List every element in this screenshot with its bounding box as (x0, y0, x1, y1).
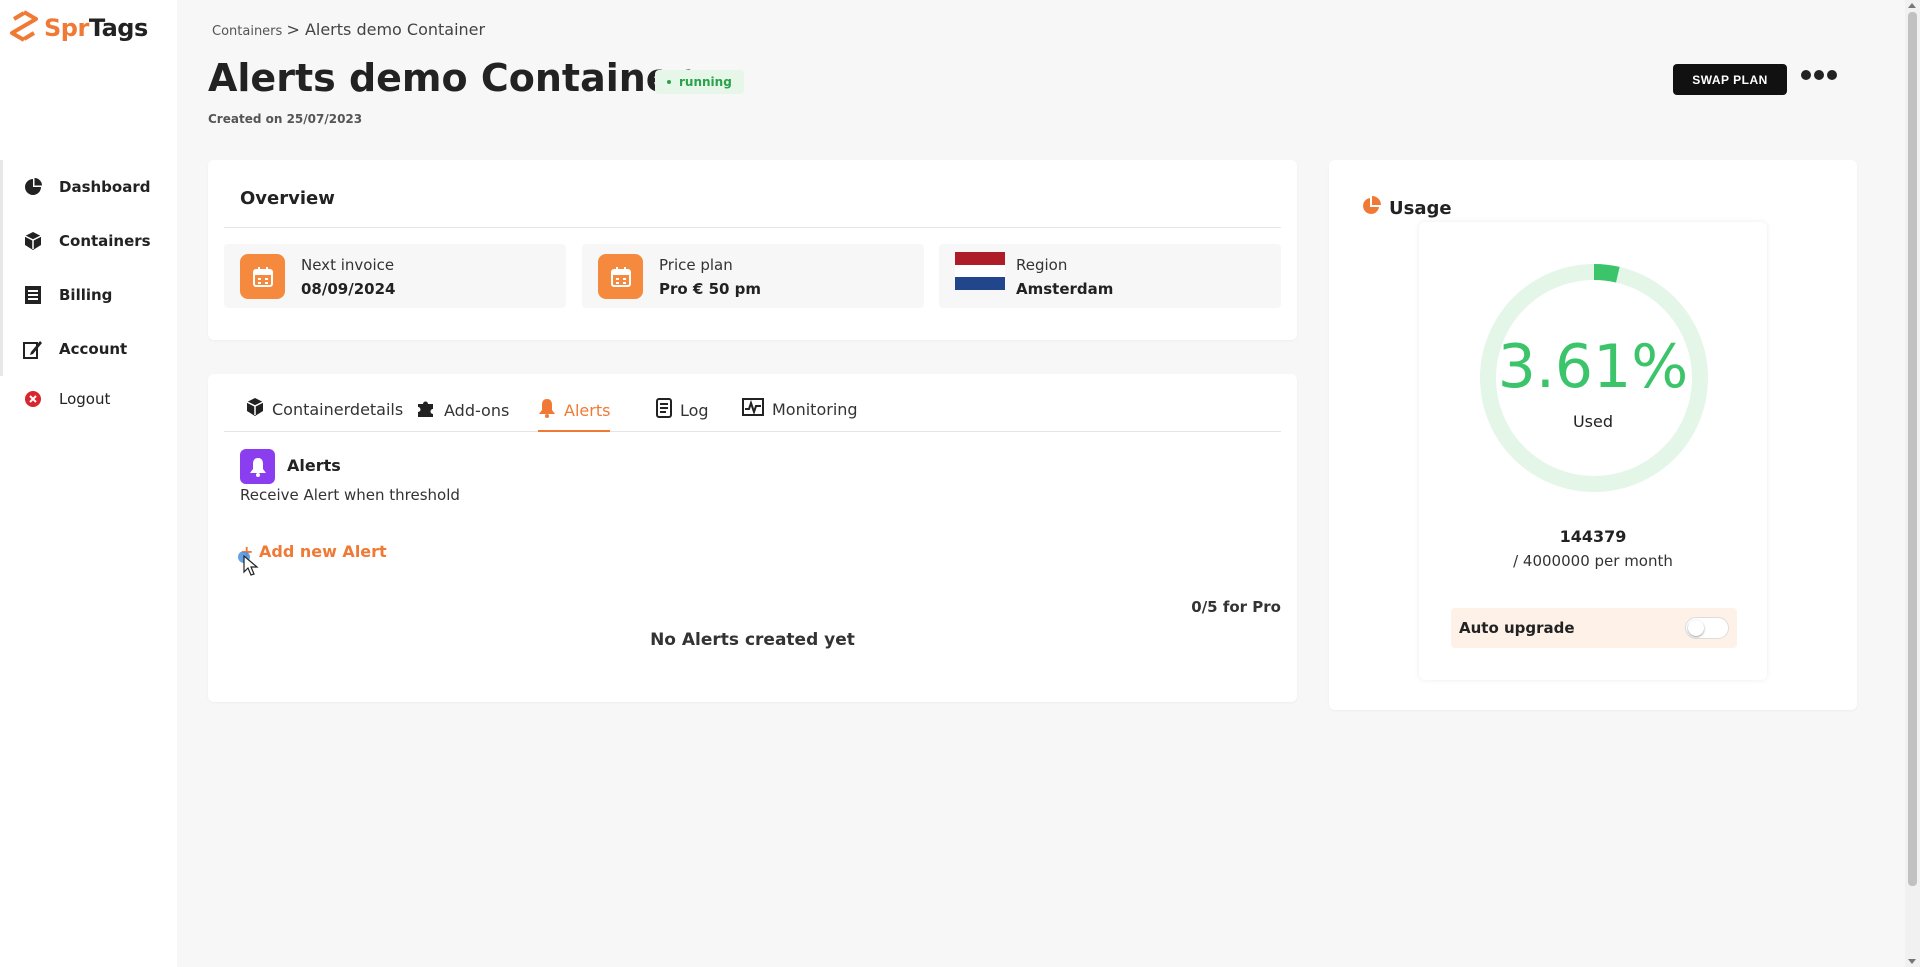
sidebar-item-label: Containers (59, 232, 151, 250)
alerts-description: Receive Alert when threshold (240, 486, 460, 504)
close-circle-icon (23, 389, 43, 409)
bell-icon (538, 398, 556, 422)
sidebar-item-billing[interactable]: Billing (0, 268, 177, 322)
add-new-alert-link[interactable]: + Add new Alert (240, 542, 387, 561)
receipt-icon (23, 285, 43, 305)
divider (224, 227, 1281, 228)
more-options-button[interactable] (1801, 70, 1837, 80)
calendar-icon (240, 254, 285, 299)
cube-icon (246, 398, 264, 420)
alert-bell-icon (240, 449, 275, 484)
dot-icon (1827, 70, 1837, 80)
netherlands-flag-icon (955, 252, 1005, 291)
usage-panel: 3.61% Used 144379 / 4000000 per month Au… (1419, 222, 1767, 680)
sidebar-item-label: Dashboard (59, 178, 151, 196)
auto-upgrade-toggle[interactable] (1685, 617, 1729, 639)
usage-title-text: Usage (1389, 198, 1452, 219)
sidebar-item-containers[interactable]: Containers (0, 214, 177, 268)
dot-icon (1814, 70, 1824, 80)
logo-text: SprTags (44, 14, 148, 42)
auto-upgrade-label: Auto upgrade (1459, 619, 1575, 637)
scroll-up-arrow-icon[interactable] (1908, 3, 1916, 8)
sidebar-item-label: Logout (59, 390, 111, 408)
puzzle-icon (416, 398, 436, 422)
dot-icon (1801, 70, 1811, 80)
usage-card: Usage 3.61% Used 144379 / 4000000 per mo… (1329, 160, 1857, 710)
sidebar-item-label: Account (59, 340, 128, 358)
chart-line-icon (742, 398, 764, 420)
usage-title: Usage (1361, 196, 1452, 221)
auto-upgrade-row: Auto upgrade (1451, 608, 1737, 648)
usage-total: / 4000000 per month (1513, 552, 1673, 570)
next-invoice-label: Next invoice (301, 256, 395, 274)
sidebar-item-label: Billing (59, 286, 113, 304)
scroll-thumb[interactable] (1908, 12, 1917, 886)
edit-icon (23, 339, 43, 359)
tab-monitoring[interactable]: Monitoring (742, 398, 858, 428)
cubes-icon (23, 231, 43, 251)
tab-label: Monitoring (772, 399, 858, 419)
tab-bar: Containerdetails Add-ons Alerts Log Moni… (224, 374, 1281, 432)
tab-add-ons[interactable]: Add-ons (416, 398, 509, 430)
region-value: Amsterdam (1016, 280, 1114, 298)
breadcrumb-root-link[interactable]: Containers (212, 24, 282, 39)
alerts-section-title: Alerts (287, 456, 341, 475)
tab-containerdetails[interactable]: Containerdetails (246, 398, 403, 428)
status-dot-icon (667, 80, 671, 84)
toggle-knob (1688, 620, 1704, 636)
page-scrollbar[interactable] (1905, 0, 1920, 967)
pie-chart-icon (23, 177, 43, 197)
tab-label: Containerdetails (272, 399, 404, 419)
overview-card: Overview Next invoice 08/09/2024 Price p… (208, 160, 1297, 340)
page-title: Alerts demo Container (208, 56, 691, 100)
price-plan-value: Pro € 50 pm (659, 280, 762, 298)
calendar-icon (598, 254, 643, 299)
created-date: Created on 25/07/2023 (208, 112, 363, 126)
breadcrumb-current: > Alerts demo Container (286, 20, 486, 39)
price-plan-label: Price plan (659, 256, 733, 274)
alerts-count: 0/5 for Pro (1191, 598, 1281, 616)
usage-count: 144379 (1559, 527, 1627, 546)
sidebar-item-dashboard[interactable]: Dashboard (0, 160, 177, 214)
next-invoice-value: 08/09/2024 (301, 280, 396, 298)
tab-label: Alerts (564, 400, 611, 420)
region-label: Region (1016, 256, 1068, 274)
tab-log[interactable]: Log (656, 398, 709, 430)
sidebar-nav: Dashboard Containers Billing Account Log… (0, 160, 177, 422)
tab-label: Add-ons (444, 400, 510, 420)
pie-chart-icon (1361, 196, 1381, 221)
mouse-cursor-icon (238, 551, 262, 584)
region-box: Region Amsterdam (939, 244, 1281, 308)
scroll-icon (656, 398, 672, 422)
empty-state-text: No Alerts created yet (650, 630, 855, 650)
tab-alerts[interactable]: Alerts (538, 398, 611, 432)
tab-label: Log (680, 400, 709, 420)
sidebar: SprTags Dashboard Containers Billing Acc… (0, 0, 177, 967)
scroll-down-arrow-icon[interactable] (1908, 959, 1916, 964)
status-text: running (679, 75, 732, 89)
usage-percent: 3.61% (1497, 332, 1689, 402)
sidebar-item-logout[interactable]: Logout (0, 376, 177, 422)
swap-plan-button[interactable]: SWAP PLAN (1673, 64, 1787, 95)
logo[interactable]: SprTags (10, 10, 148, 46)
usage-used-label: Used (1572, 412, 1614, 431)
next-invoice-box: Next invoice 08/09/2024 (224, 244, 566, 308)
sidebar-item-account[interactable]: Account (0, 322, 177, 376)
main-content: Containers > Alerts demo Container Alert… (177, 0, 1905, 967)
status-badge: running (655, 70, 744, 94)
logo-icon (10, 10, 38, 46)
breadcrumb: Containers > Alerts demo Container (212, 20, 485, 39)
tabs-card: Containerdetails Add-ons Alerts Log Moni… (208, 374, 1297, 702)
price-plan-box: Price plan Pro € 50 pm (582, 244, 924, 308)
overview-title: Overview (240, 188, 335, 209)
